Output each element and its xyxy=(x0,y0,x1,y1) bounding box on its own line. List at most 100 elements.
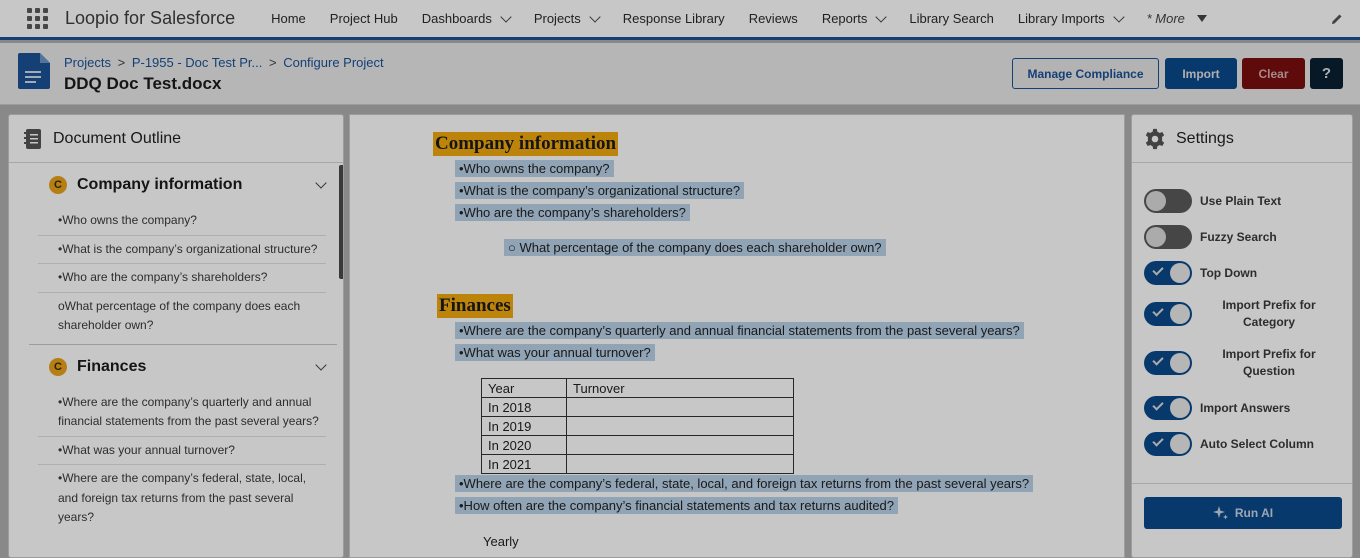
use-plain-text-toggle[interactable] xyxy=(1144,189,1192,213)
outline-item[interactable]: •What is the company’s organizational st… xyxy=(38,236,326,264)
setting-label: Fuzzy Search xyxy=(1200,229,1277,244)
nav-item-more[interactable]: * More xyxy=(1135,0,1219,39)
manage-compliance-button[interactable]: Manage Compliance xyxy=(1012,58,1159,89)
nav-item-response-library[interactable]: Response Library xyxy=(611,0,737,39)
outline-section-header[interactable]: C Company information xyxy=(29,163,337,207)
outline-book-icon xyxy=(24,128,41,149)
outline-section-title: Finances xyxy=(77,357,147,375)
nav-label: Projects xyxy=(533,11,581,26)
setting-label: Import Prefix for Category xyxy=(1222,298,1316,329)
nav-label: Reports xyxy=(821,11,868,26)
chevron-down-icon[interactable] xyxy=(1112,10,1125,23)
nav-item-project-hub[interactable]: Project Hub xyxy=(318,0,410,39)
nav-item-library-search[interactable]: Library Search xyxy=(897,0,1006,39)
app-name: Loopio for Salesforce xyxy=(65,8,236,28)
run-ai-button[interactable]: Run AI xyxy=(1144,497,1342,529)
page-header: Projects > P-1955 - Doc Test Pr... > Con… xyxy=(0,43,1360,105)
settings-header: Settings xyxy=(1132,115,1352,163)
nav-item-library-imports[interactable]: Library Imports xyxy=(1006,0,1135,39)
setting-label: Auto Select Column xyxy=(1200,436,1315,451)
setting-top-down: Top Down xyxy=(1144,261,1344,285)
help-button[interactable]: ? xyxy=(1310,58,1343,89)
clear-button[interactable]: Clear xyxy=(1242,58,1305,89)
table-cell xyxy=(566,435,794,455)
import-prefix-question-toggle[interactable] xyxy=(1144,351,1192,375)
doc-question[interactable]: •What is the company’s organizational st… xyxy=(455,182,745,199)
nav-item-reviews[interactable]: Reviews xyxy=(737,0,810,39)
edit-nav-pencil-icon[interactable] xyxy=(1330,12,1344,26)
nav-label: Library Search xyxy=(909,11,994,26)
doc-question[interactable]: •Where are the company’s federal, state,… xyxy=(455,475,1034,492)
table-cell: In 2018 xyxy=(481,397,567,417)
nav-item-reports[interactable]: Reports xyxy=(810,0,898,39)
breadcrumb-project-record[interactable]: P-1955 - Doc Test Pr... xyxy=(132,55,263,70)
import-button[interactable]: Import xyxy=(1165,58,1237,89)
check-icon xyxy=(1152,354,1164,366)
doc-question[interactable]: •Who are the company’s shareholders? xyxy=(455,204,690,221)
chevron-down-icon[interactable] xyxy=(500,10,512,23)
outline-item[interactable]: •Who owns the company? xyxy=(38,207,326,236)
auto-select-column-toggle[interactable] xyxy=(1144,432,1192,456)
chevron-down-icon[interactable] xyxy=(875,10,888,23)
sparkle-icon xyxy=(1212,506,1228,520)
doc-question[interactable]: •What was your annual turnover? xyxy=(455,344,655,361)
outline-section-finances: C Finances •Where are the company’s quar… xyxy=(29,345,337,532)
nav-item-home[interactable]: Home xyxy=(259,0,318,39)
settings-divider xyxy=(1132,483,1352,484)
top-down-toggle[interactable] xyxy=(1144,261,1192,285)
setting-import-prefix-category: Import Prefix for Category xyxy=(1144,297,1344,331)
table-cell: In 2019 xyxy=(481,416,567,436)
nav-item-projects[interactable]: Projects xyxy=(522,0,611,39)
doc-answer-text: Yearly xyxy=(483,534,519,549)
table-row: In 2019 xyxy=(481,416,794,436)
chevron-down-icon[interactable] xyxy=(589,10,601,23)
settings-title: Settings xyxy=(1176,129,1234,147)
nav-label: Library Imports xyxy=(1017,11,1105,26)
doc-question[interactable]: •How often are the company’s financial s… xyxy=(455,497,899,514)
setting-use-plain-text: Use Plain Text xyxy=(1144,189,1344,213)
setting-import-prefix-question: Import Prefix for Question xyxy=(1144,346,1344,380)
doc-question[interactable]: •Who owns the company? xyxy=(455,160,614,177)
outline-item[interactable]: •Where are the company’s quarterly and a… xyxy=(38,389,326,437)
app-launcher-icon[interactable] xyxy=(27,7,49,30)
outline-header: Document Outline xyxy=(9,115,343,163)
outline-item[interactable]: •What was your annual turnover? xyxy=(38,437,326,465)
setting-fuzzy-search: Fuzzy Search xyxy=(1144,225,1344,249)
outline-scrollbar[interactable] xyxy=(339,165,343,279)
setting-label: Top Down xyxy=(1200,265,1258,280)
outline-section-company-information: C Company information •Who owns the comp… xyxy=(29,163,337,345)
import-answers-toggle[interactable] xyxy=(1144,396,1192,420)
breadcrumb-configure-project[interactable]: Configure Project xyxy=(283,55,383,70)
nav-label: Dashboards xyxy=(421,11,492,26)
breadcrumb-separator: > xyxy=(268,55,277,70)
table-row: In 2020 xyxy=(481,435,794,455)
chevron-down-icon[interactable] xyxy=(315,177,327,189)
breadcrumb: Projects > P-1955 - Doc Test Pr... > Con… xyxy=(64,55,384,70)
gear-icon xyxy=(1145,128,1165,149)
check-icon xyxy=(1152,264,1164,276)
nav-label: * More xyxy=(1146,11,1185,26)
outline-item[interactable]: •Who are the company’s shareholders? xyxy=(38,264,326,293)
fuzzy-search-toggle[interactable] xyxy=(1144,225,1192,249)
doc-heading-finances[interactable]: Finances xyxy=(437,294,513,318)
category-badge-icon: C xyxy=(49,176,67,194)
doc-question[interactable]: •Where are the company’s quarterly and a… xyxy=(455,322,1024,339)
outline-section-header[interactable]: C Finances xyxy=(29,345,337,389)
setting-auto-select-column: Auto Select Column xyxy=(1144,432,1344,456)
check-icon xyxy=(1152,305,1164,317)
import-prefix-category-toggle[interactable] xyxy=(1144,302,1192,326)
doc-question[interactable]: ○ What percentage of the company does ea… xyxy=(504,239,886,256)
nav-label: Home xyxy=(271,11,306,26)
nav-item-dashboards[interactable]: Dashboards xyxy=(410,0,522,39)
outline-title: Document Outline xyxy=(53,129,182,147)
category-badge-icon: C xyxy=(49,357,67,376)
chevron-down-icon[interactable] xyxy=(315,358,327,371)
outline-item[interactable]: oWhat percentage of the company does eac… xyxy=(38,293,326,340)
table-row: In 2021 xyxy=(481,454,794,474)
setting-label: Import Answers xyxy=(1200,400,1291,415)
document-icon xyxy=(18,53,50,89)
outline-item[interactable]: •Where are the company’s federal, state,… xyxy=(38,465,326,532)
doc-heading-company-information[interactable]: Company information xyxy=(433,132,619,156)
breadcrumb-projects[interactable]: Projects xyxy=(64,55,111,70)
setting-label: Import Prefix for Question xyxy=(1222,347,1316,378)
